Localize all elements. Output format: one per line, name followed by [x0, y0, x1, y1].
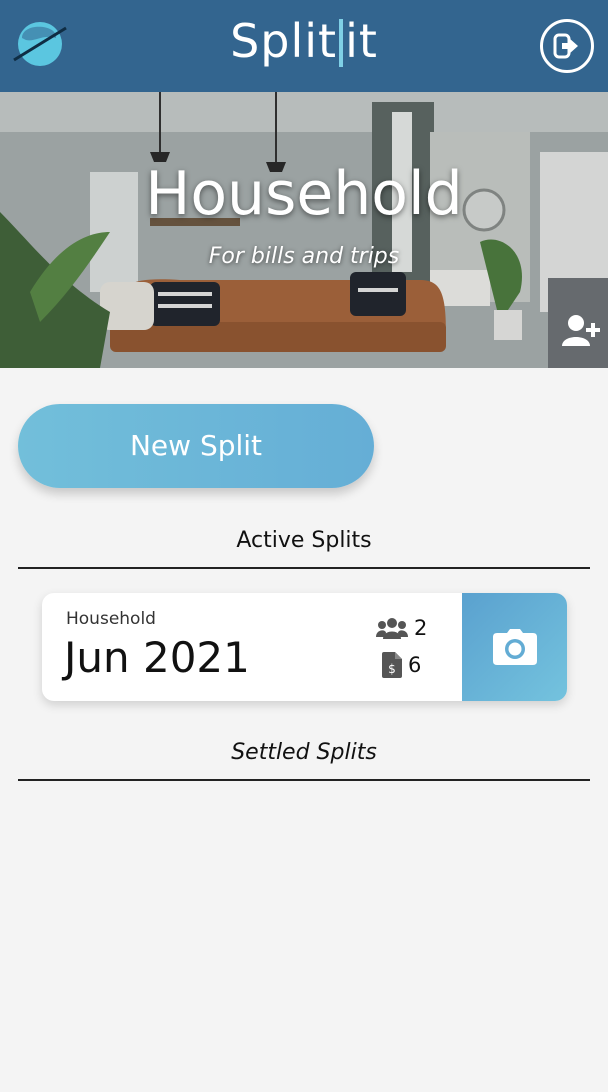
- receipt-icon: $: [382, 652, 402, 678]
- active-splits-heading: Active Splits: [236, 528, 372, 553]
- camera-icon: [492, 629, 537, 665]
- top-bar: Split it: [0, 0, 608, 92]
- add-user-icon: [562, 315, 600, 346]
- split-card[interactable]: Household Jun 2021 2 $ 6: [42, 593, 567, 701]
- app-title: Split it: [0, 12, 608, 70]
- group-hero-image: Household For bills and trips: [0, 92, 608, 368]
- active-splits-divider: [18, 567, 590, 569]
- settled-splits-divider: [18, 779, 590, 781]
- split-period: Jun 2021: [64, 633, 250, 682]
- brand-right: it: [345, 14, 378, 68]
- users-icon: [376, 618, 408, 639]
- logout-icon: [553, 33, 578, 59]
- group-title: Household: [145, 159, 463, 229]
- new-split-button[interactable]: New Split: [18, 404, 374, 488]
- logout-button[interactable]: [540, 19, 594, 73]
- members-count-value: 2: [414, 616, 428, 640]
- svg-text:$: $: [388, 662, 396, 676]
- group-subtitle: For bills and trips: [208, 244, 400, 269]
- scan-receipt-button[interactable]: [462, 593, 567, 701]
- settled-splits-heading: Settled Splits: [231, 740, 377, 765]
- bills-count-value: 6: [408, 653, 422, 677]
- members-count: 2: [376, 616, 427, 640]
- add-member-button[interactable]: [562, 314, 602, 348]
- split-group-name: Household: [66, 609, 156, 629]
- brand-divider: [339, 19, 344, 67]
- bills-count: $ 6: [382, 652, 421, 678]
- brand-left: Split: [230, 14, 338, 68]
